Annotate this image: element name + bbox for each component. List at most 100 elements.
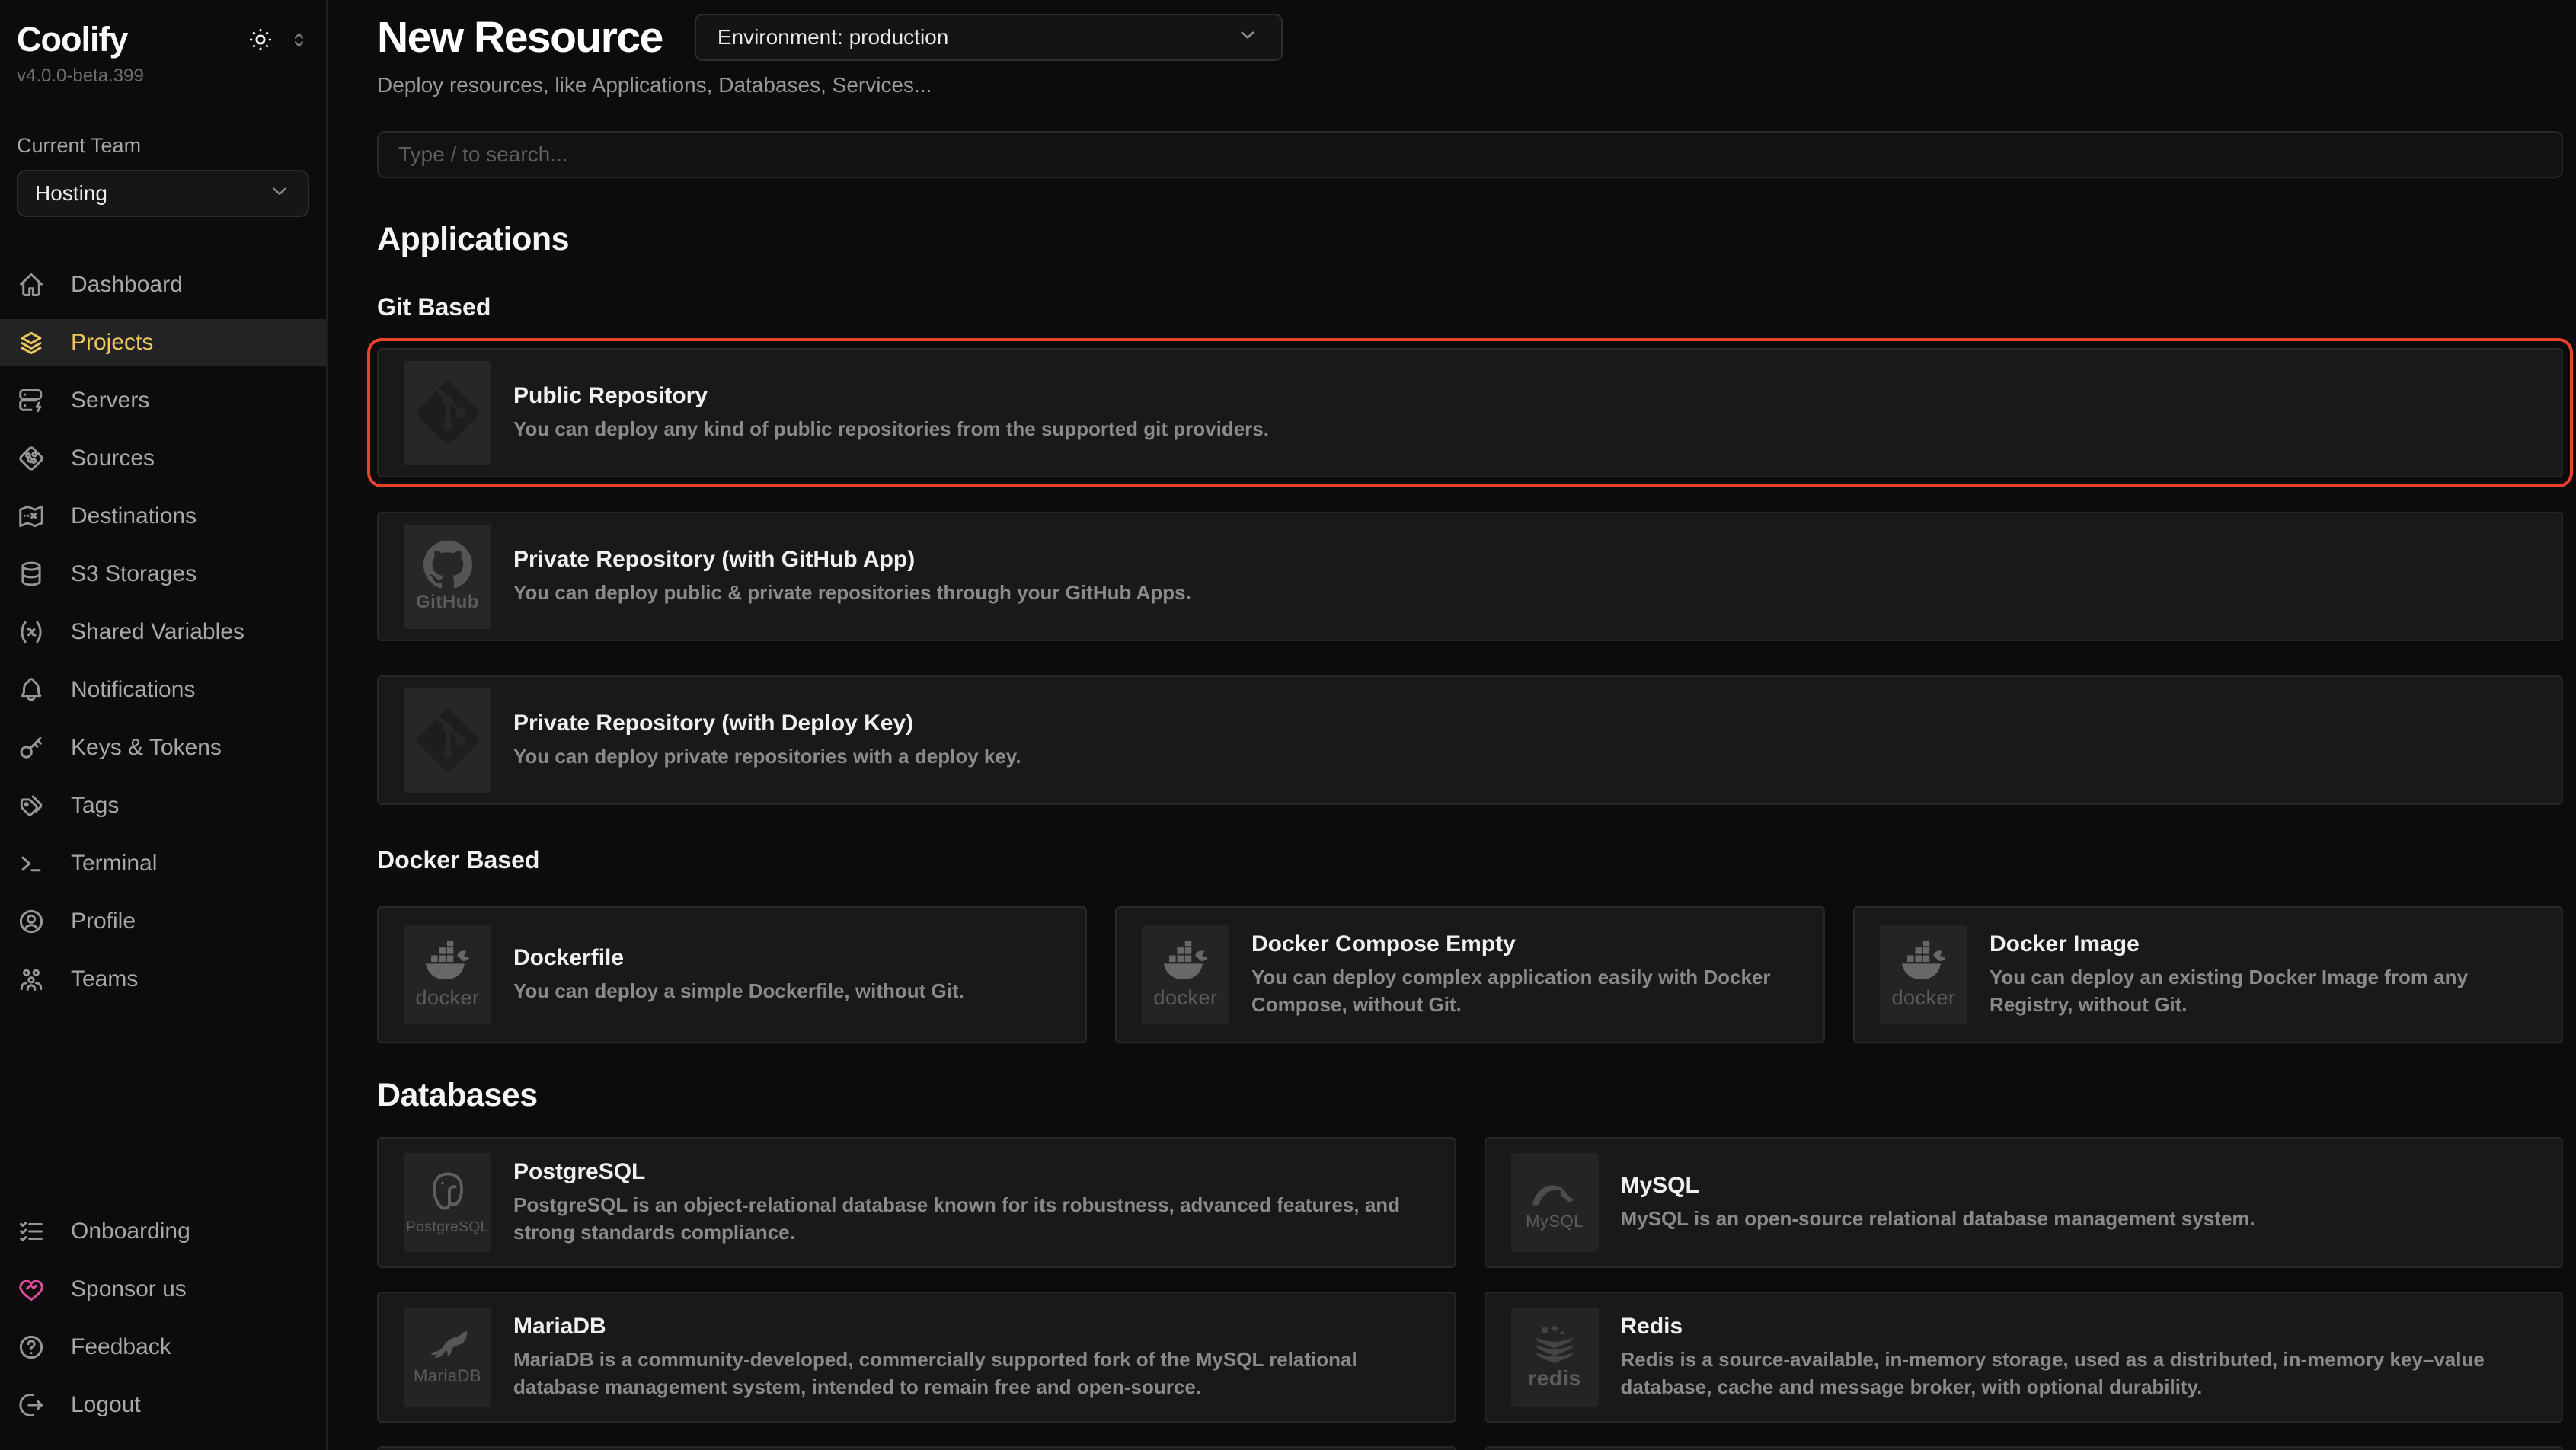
bell-icon	[17, 675, 46, 704]
icon-wordmark: PostgreSQL	[406, 1219, 489, 1236]
mariadb-icon: MariaDB	[404, 1308, 491, 1407]
card-title: Redis	[1621, 1314, 2535, 1340]
github-icon: GitHub	[404, 525, 491, 629]
sidebar-item-teams[interactable]: Teams	[0, 956, 326, 1003]
team-select[interactable]: Hosting	[17, 170, 309, 217]
layers-icon	[17, 328, 46, 357]
database-icon	[17, 560, 46, 589]
sidebar-item-label: Teams	[71, 966, 138, 992]
card-mysql[interactable]: MySQL MySQL MySQL is an open-source rela…	[1485, 1137, 2564, 1268]
sidebar-item-projects[interactable]: Projects	[0, 319, 326, 366]
sidebar-item-label: Destinations	[71, 503, 197, 529]
docker-icon: docker	[1880, 925, 1967, 1024]
sidebar-item-label: Feedback	[71, 1334, 171, 1360]
card-description: You can deploy private repositories with…	[513, 743, 1021, 771]
git-icon	[404, 688, 491, 793]
card-title: MySQL	[1621, 1173, 2255, 1199]
sidebar-item-label: Projects	[71, 330, 153, 356]
checklist-icon	[17, 1217, 46, 1246]
sidebar-item-terminal[interactable]: Terminal	[0, 840, 326, 887]
section-title-databases: Databases	[377, 1077, 2563, 1114]
card-title: Docker Image	[1990, 931, 2534, 957]
card-private-repository-github-app[interactable]: GitHub Private Repository (with GitHub A…	[377, 512, 2563, 641]
icon-wordmark: docker	[1153, 986, 1217, 1010]
current-team-label: Current Team	[0, 87, 326, 158]
sidebar-item-logout[interactable]: Logout	[0, 1381, 326, 1429]
card-postgresql[interactable]: PostgreSQL PostgreSQL PostgreSQL is an o…	[377, 1137, 1456, 1268]
sidebar-item-label: Keys & Tokens	[71, 735, 222, 761]
users-icon	[17, 965, 46, 994]
postgresql-icon: PostgreSQL	[404, 1153, 491, 1252]
card-mariadb[interactable]: MariaDB MariaDB MariaDB is a community-d…	[377, 1292, 1456, 1423]
card-partial[interactable]	[1485, 1446, 2564, 1450]
card-public-repository[interactable]: Public Repository You can deploy any kin…	[377, 348, 2563, 477]
server-icon	[17, 386, 46, 415]
icon-wordmark: docker	[415, 986, 479, 1010]
sidebar-item-label: S3 Storages	[71, 561, 197, 587]
sidebar-item-label: Logout	[71, 1392, 141, 1418]
docker-icon: docker	[1142, 925, 1229, 1024]
icon-wordmark: MySQL	[1526, 1212, 1584, 1231]
sidebar-item-label: Dashboard	[71, 272, 183, 298]
sidebar-item-label: Sponsor us	[71, 1276, 187, 1302]
sidebar-item-keys-tokens[interactable]: Keys & Tokens	[0, 724, 326, 771]
search-input[interactable]	[377, 131, 2563, 178]
sidebar-item-label: Profile	[71, 909, 136, 934]
card-description: MariaDB is a community-developed, commer…	[513, 1346, 1427, 1401]
sidebar-item-label: Onboarding	[71, 1218, 190, 1244]
brand-title: Coolify	[17, 20, 128, 59]
sidebar-item-label: Servers	[71, 388, 149, 414]
home-icon	[17, 270, 46, 299]
heart-hands-icon	[17, 1275, 46, 1304]
card-title: Dockerfile	[513, 945, 964, 971]
key-icon	[17, 733, 46, 762]
sidebar-item-s3-storages[interactable]: S3 Storages	[0, 551, 326, 598]
card-description: PostgreSQL is an object-relational datab…	[513, 1192, 1427, 1247]
tags-icon	[17, 791, 46, 820]
subsection-title-git-based: Git Based	[377, 293, 2563, 321]
sidebar-item-label: Notifications	[71, 677, 195, 703]
subsection-title-docker-based: Docker Based	[377, 846, 2563, 874]
sidebar-item-destinations[interactable]: Destinations	[0, 493, 326, 540]
card-description: Redis is a source-available, in-memory s…	[1621, 1346, 2535, 1401]
sidebar-item-sources[interactable]: Sources	[0, 435, 326, 482]
page-title: New Resource	[377, 12, 663, 62]
card-partial[interactable]	[377, 1446, 1456, 1450]
sidebar: Coolify v4.0.0-beta.399 Current Team Hos…	[0, 0, 328, 1450]
mysql-icon: MySQL	[1511, 1153, 1599, 1252]
sidebar-item-onboarding[interactable]: Onboarding	[0, 1208, 326, 1255]
sidebar-item-servers[interactable]: Servers	[0, 377, 326, 424]
sidebar-item-sponsor-us[interactable]: Sponsor us	[0, 1266, 326, 1313]
chevron-down-icon	[1235, 23, 1260, 53]
chevrons-up-down-icon[interactable]	[289, 30, 309, 50]
sidebar-item-tags[interactable]: Tags	[0, 782, 326, 829]
icon-wordmark: MariaDB	[414, 1366, 481, 1386]
environment-select[interactable]: Environment: production	[695, 14, 1283, 61]
card-private-repository-deploy-key[interactable]: Private Repository (with Deploy Key) You…	[377, 675, 2563, 805]
card-description: You can deploy any kind of public reposi…	[513, 416, 1269, 443]
terminal-icon	[17, 849, 46, 878]
git-diamond-icon	[17, 444, 46, 473]
help-circle-icon	[17, 1333, 46, 1362]
app-version: v4.0.0-beta.399	[0, 59, 326, 87]
coolify-app: Coolify v4.0.0-beta.399 Current Team Hos…	[0, 0, 2576, 1450]
icon-wordmark: GitHub	[416, 592, 479, 613]
card-title: PostgreSQL	[513, 1159, 1427, 1185]
card-docker-image[interactable]: docker Docker Image You can deploy an ex…	[1853, 906, 2563, 1043]
sun-icon[interactable]	[248, 27, 273, 53]
main-content: New Resource Environment: production Dep…	[328, 0, 2576, 1450]
user-circle-icon	[17, 907, 46, 936]
card-redis[interactable]: redis Redis Redis is a source-available,…	[1485, 1292, 2564, 1423]
card-description: You can deploy complex application easil…	[1251, 964, 1796, 1019]
card-docker-compose-empty[interactable]: docker Docker Compose Empty You can depl…	[1115, 906, 1825, 1043]
card-description: MySQL is an open-source relational datab…	[1621, 1206, 2255, 1233]
sidebar-item-shared-variables[interactable]: Shared Variables	[0, 608, 326, 656]
docker-based-cards: docker Dockerfile You can deploy a simpl…	[377, 906, 2563, 1043]
sidebar-item-feedback[interactable]: Feedback	[0, 1324, 326, 1371]
sidebar-item-profile[interactable]: Profile	[0, 898, 326, 945]
card-dockerfile[interactable]: docker Dockerfile You can deploy a simpl…	[377, 906, 1087, 1043]
sidebar-item-notifications[interactable]: Notifications	[0, 666, 326, 714]
sidebar-item-label: Shared Variables	[71, 619, 244, 645]
sidebar-item-label: Sources	[71, 446, 155, 471]
sidebar-item-dashboard[interactable]: Dashboard	[0, 261, 326, 308]
